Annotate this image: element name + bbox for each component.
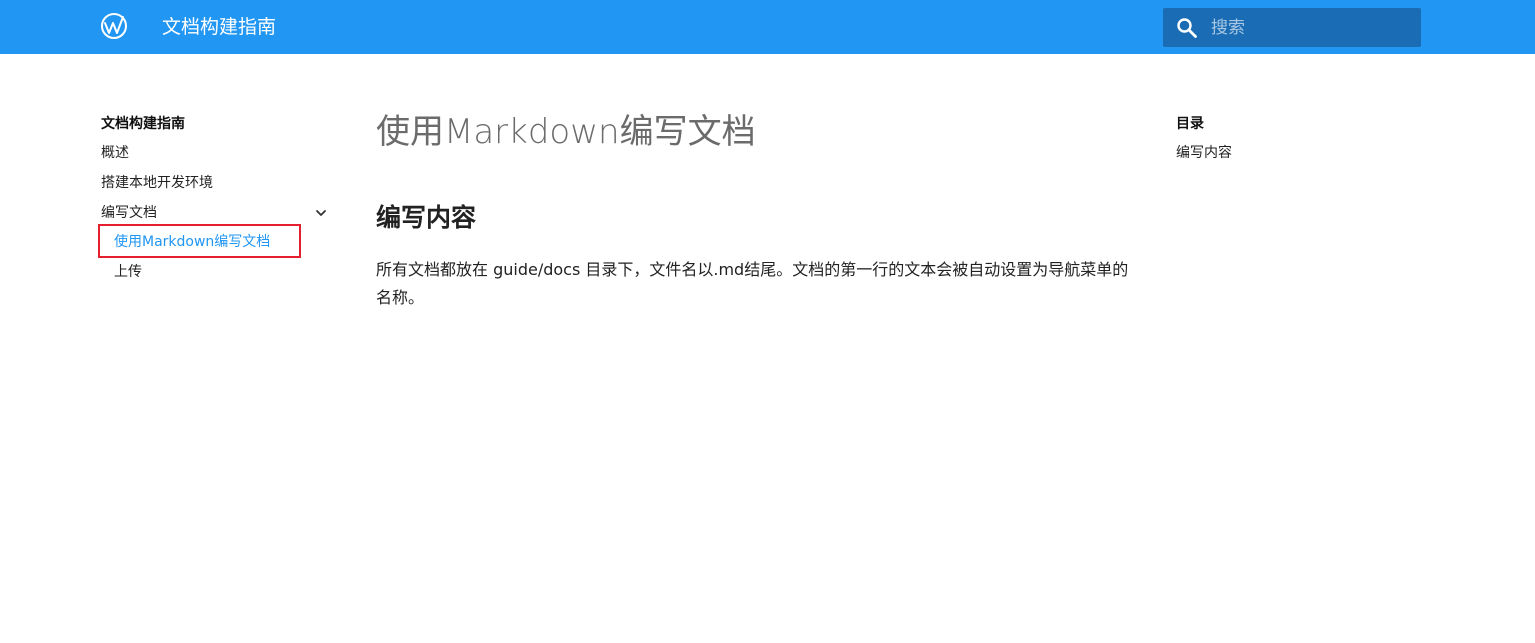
- page-title: 使用Markdown编写文档: [376, 112, 756, 152]
- sidebar-item-markdown[interactable]: 使用Markdown编写文档: [114, 232, 270, 252]
- content-paragraph: 所有文档都放在 guide/docs 目录下，文件名以.md结尾。文档的第一行的…: [376, 260, 1129, 307]
- search-box[interactable]: [1163, 8, 1421, 47]
- search-icon[interactable]: [1175, 16, 1199, 40]
- sidebar-item-local-env[interactable]: 搭建本地开发环境: [101, 173, 213, 193]
- logo-icon[interactable]: [99, 11, 129, 41]
- sidebar-item-overview[interactable]: 概述: [101, 143, 129, 163]
- section-title: 编写内容: [376, 203, 477, 232]
- chevron-down-icon[interactable]: [314, 206, 328, 220]
- toc-title: 目录: [1176, 116, 1204, 132]
- main-content: 使用Markdown编写文档 编写内容 所有文档都放在 guide/docs 目…: [376, 110, 1136, 307]
- sidebar-title[interactable]: 文档构建指南: [101, 114, 185, 134]
- sidebar-item-upload[interactable]: 上传: [114, 262, 142, 282]
- site-title[interactable]: 文档构建指南: [162, 14, 276, 40]
- search-input[interactable]: [1211, 8, 1411, 47]
- toc-item-write-content[interactable]: 编写内容: [1176, 143, 1232, 163]
- top-header: 文档构建指南: [0, 0, 1535, 54]
- sidebar-item-write-docs[interactable]: 编写文档: [101, 203, 157, 223]
